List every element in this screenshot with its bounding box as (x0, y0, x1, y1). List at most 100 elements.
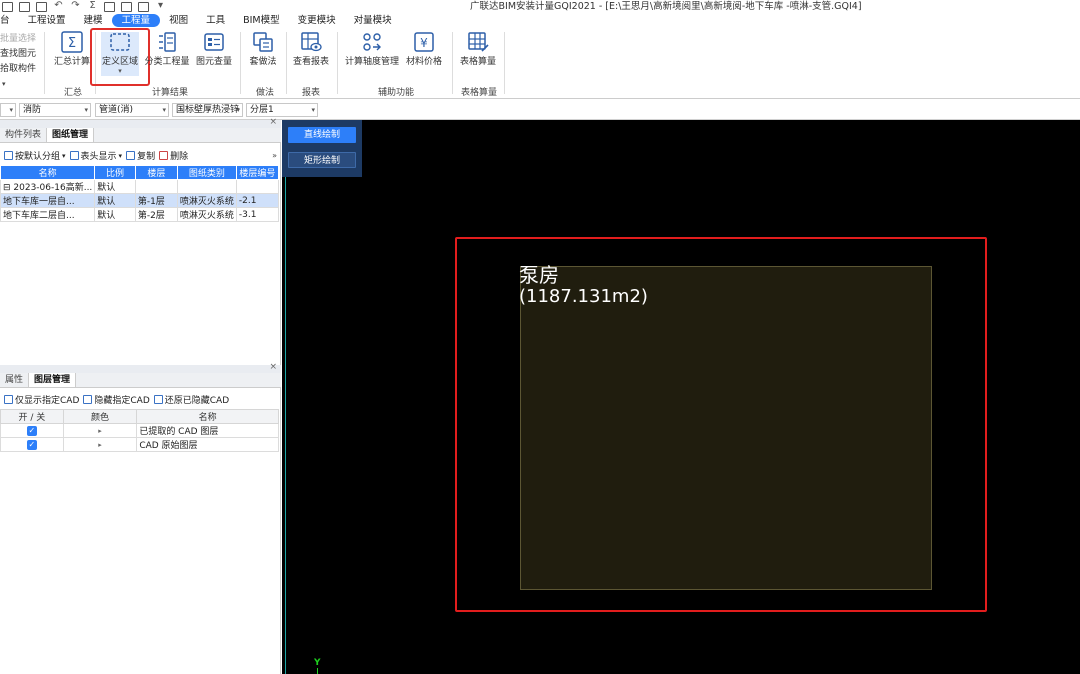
restore-layer-icon (153, 395, 163, 404)
table-row[interactable]: ✓ ▸ CAD 原始图层 (0, 437, 279, 452)
draw-line-button[interactable]: 直线绘制 (288, 127, 356, 143)
layer-toggle-checkbox[interactable]: ✓ (26, 425, 37, 436)
material-price-label: 材料价格 (405, 57, 442, 67)
menu-item-project-settings[interactable]: 工程设置 (19, 13, 75, 28)
table-calc-label: 表格算量 (459, 57, 496, 67)
discipline-dropdown[interactable]: 消防 ▾ (19, 103, 91, 117)
classify-quantity-button[interactable]: 分类工程量 (144, 31, 190, 68)
window-title: 广联达BIM安装计量GQI2021 - [E:\王思月\高新境阅里\高新境阅-地… (470, 1, 862, 12)
undo-icon[interactable]: ↶ (53, 0, 64, 12)
ribbon: 批量选择 查找图元 拾取构件 ▾ Σ 汇总计算 汇总 定义区域 ▾ 分类工程量 … (0, 28, 1080, 99)
chevron-down-icon: ▾ (162, 106, 166, 114)
table-calc-button[interactable]: 表格算量 (458, 31, 498, 68)
bottom-panel-tabs: 属性 图层管理 (0, 373, 281, 388)
group-label-table: 表格算量 (461, 88, 498, 98)
layer-toolbar: 仅显示指定CAD 隐藏指定CAD 还原已隐藏CAD (0, 391, 281, 408)
column-header-scale[interactable]: 比例 (94, 165, 136, 180)
hide-cad-button[interactable]: 隐藏指定CAD (83, 393, 150, 406)
apply-method-button[interactable]: 套做法 (246, 31, 280, 68)
color-expand-icon[interactable]: ▸ (62, 423, 138, 438)
menu-item-start[interactable]: 台 (0, 13, 19, 28)
group-icon (4, 151, 13, 160)
element-quantity-button[interactable]: 图元查量 (194, 31, 234, 68)
delete-button[interactable]: 删除 (159, 149, 188, 162)
chevron-down-icon: ▾ (118, 151, 123, 160)
find-element-button[interactable]: 查找图元 (0, 47, 42, 62)
header-display-button[interactable]: 表头显示 ▾ (69, 149, 123, 162)
tab-component-list[interactable]: 构件列表 (0, 128, 48, 142)
summary-calc-button[interactable]: Σ 汇总计算 (52, 31, 92, 68)
menu-item-modeling[interactable]: 建模 (75, 13, 112, 28)
layer-dropdown[interactable]: 分层1 ▾ (246, 103, 318, 117)
show-only-cad-button[interactable]: 仅显示指定CAD (4, 393, 79, 406)
divider (337, 32, 338, 94)
menu-item-compare-module[interactable]: 对量模块 (345, 13, 401, 28)
layer-table: 开 / 关 颜色 名称 ✓ ▸ 已提取的 CAD 图层 ✓ ▸ CAD 原始图层 (0, 409, 279, 452)
layout-icon[interactable] (121, 1, 132, 12)
svg-text:¥: ¥ (420, 36, 428, 50)
tab-drawing-management[interactable]: 图纸管理 (47, 128, 95, 142)
close-icon[interactable]: × (269, 362, 277, 372)
view-report-button[interactable]: 查看报表 (291, 31, 331, 68)
redo-icon[interactable]: ↷ (70, 0, 81, 12)
apply-method-label: 套做法 (249, 57, 277, 67)
cell-floor: 第-1层 (134, 193, 178, 208)
table-edit-icon (468, 32, 489, 52)
layer-toggle-checkbox[interactable]: ✓ (26, 439, 37, 450)
cell-floor-code (235, 179, 280, 194)
column-header-floor[interactable]: 楼层 (134, 165, 178, 180)
column-header-floor-code[interactable]: 楼层编号 (235, 165, 280, 180)
material-price-button[interactable]: ¥ 材料价格 (404, 31, 444, 68)
expand-icon[interactable]: » (272, 151, 277, 160)
tab-properties[interactable]: 属性 (0, 373, 30, 387)
table-row[interactable]: 地下车库二层自... 默认 第-2层 喷淋灭火系统 -3.1 (0, 207, 280, 222)
new-file-icon[interactable] (2, 1, 13, 12)
axis-calc-management-button[interactable]: 计算轴度管理 (343, 31, 401, 68)
canvas-edge-line (285, 120, 286, 674)
export-icon[interactable] (138, 1, 149, 12)
method-icon (253, 32, 273, 52)
table-row[interactable]: 地下车库一层自... 默认 第-1层 喷淋灭火系统 -2.1 (0, 193, 280, 208)
customize-dropdown-icon[interactable]: ▾ (155, 0, 166, 12)
menu-item-quantity[interactable]: 工程量 (111, 14, 161, 27)
menu-item-bim-model[interactable]: BIM模型 (234, 13, 289, 28)
column-header-name[interactable]: 名称 (0, 165, 96, 180)
top-panel-tabs: 构件列表 图纸管理 (0, 128, 281, 143)
copy-button[interactable]: 复制 (126, 149, 155, 162)
close-icon[interactable]: × (269, 117, 277, 127)
component-type-dropdown[interactable]: 管道(消) ▾ (95, 103, 169, 117)
component-dropdown[interactable]: 国标壁厚热浸锌 ▾ (172, 103, 243, 117)
annotation-highlight-box (90, 28, 150, 86)
chevron-down-icon[interactable]: ▾ (0, 77, 42, 91)
restore-cad-button[interactable]: 还原已隐藏CAD (153, 393, 229, 406)
open-file-icon[interactable] (19, 1, 30, 12)
save-icon[interactable] (36, 1, 47, 12)
trash-icon (159, 151, 169, 160)
sum-icon[interactable]: Σ (87, 0, 98, 12)
cell-floor (134, 179, 178, 194)
filter-dropdown-0[interactable]: ▾ (0, 103, 16, 117)
draw-rectangle-button[interactable]: 矩形绘制 (288, 152, 356, 168)
pick-component-button[interactable]: 拾取构件 (0, 62, 42, 77)
column-header-name: 名称 (136, 409, 279, 424)
menu-item-view[interactable]: 视图 (160, 13, 197, 28)
column-header-color: 颜色 (62, 409, 138, 424)
drawing-toolbar: 按默认分组 ▾ 表头显示 ▾ 复制 删除 » (0, 147, 281, 164)
drawing-canvas[interactable]: 直线绘制 矩形绘制 泵房 (1187.131m2) Y (282, 120, 1080, 674)
menu-item-tools[interactable]: 工具 (197, 13, 234, 28)
color-expand-icon[interactable]: ▸ (62, 437, 138, 452)
group-by-default-button[interactable]: 按默认分组 ▾ (4, 149, 66, 162)
draw-mode-panel: 直线绘制 矩形绘制 (282, 120, 362, 177)
table-header-row: 开 / 关 颜色 名称 (0, 409, 279, 424)
table-row[interactable]: ✓ ▸ 已提取的 CAD 图层 (0, 423, 279, 438)
axis-y-label: Y (314, 658, 321, 668)
axis-y-line (317, 668, 318, 674)
table-row[interactable]: ⊟ 2023-06-16高新... 默认 (0, 179, 280, 194)
grid-icon[interactable] (104, 1, 115, 12)
list-icon (159, 32, 176, 52)
batch-select-button[interactable]: 批量选择 (0, 32, 42, 47)
menu-item-change-module[interactable]: 变更模块 (289, 13, 345, 28)
axis-calc-label: 计算轴度管理 (344, 57, 399, 67)
column-header-category[interactable]: 图纸类别 (176, 165, 237, 180)
tab-layer-management[interactable]: 图层管理 (29, 373, 77, 387)
